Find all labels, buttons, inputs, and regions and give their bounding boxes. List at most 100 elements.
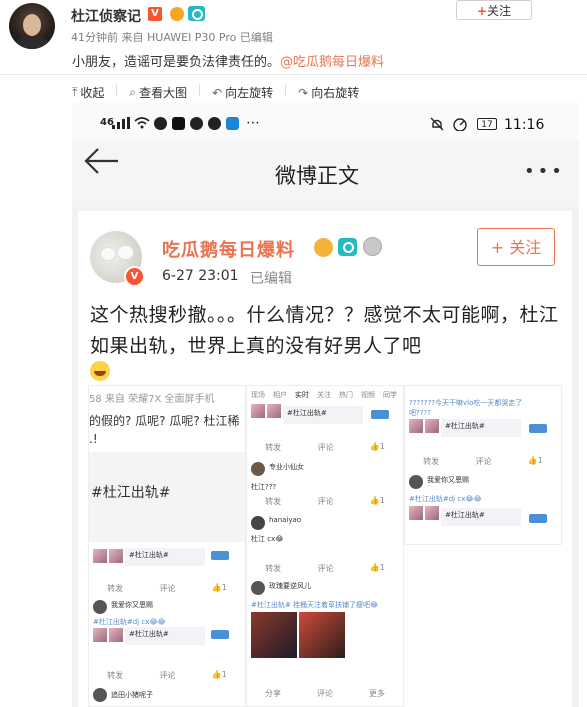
verified-badge-icon: V: [148, 7, 162, 21]
thumbnail: [251, 404, 265, 418]
feed-tab: 现场: [251, 391, 265, 399]
browser-icon: [226, 117, 239, 130]
action-row: 转发 评论 👍1: [405, 456, 561, 467]
page-title: 微博正文: [275, 164, 359, 188]
rotate-right-button[interactable]: ↷ 向右旋转: [298, 84, 359, 101]
comment-label: 评论: [159, 584, 176, 593]
laughing-emoji-icon: [90, 361, 110, 381]
collage-line: 的假的? 瓜呢? 瓜呢? 杜江稀: [89, 414, 240, 428]
user-avatar: [93, 600, 107, 614]
speed-icon: [453, 118, 467, 131]
embedded-author-name[interactable]: 吃瓜鹅每日爆料: [162, 236, 295, 262]
author-avatar[interactable]: [9, 3, 55, 49]
embedded-follow-button[interactable]: + 关注: [477, 228, 555, 266]
signal-icon: [112, 117, 130, 129]
collapse-icon: ⤒: [72, 85, 78, 99]
thumbnail: [93, 549, 107, 563]
share-label: 分享: [265, 689, 281, 698]
collapse-label: 收起: [80, 86, 105, 100]
chat-icon: [190, 117, 203, 130]
thumbnail: [409, 419, 423, 433]
follow-mini-button: [529, 514, 547, 523]
more-options-icon[interactable]: •••: [524, 161, 565, 182]
collapse-button[interactable]: ⤒ 收起: [72, 84, 104, 101]
follow-mini-button: [211, 551, 229, 560]
camera-badge-icon: [338, 238, 357, 256]
feed-tab: 热门: [339, 391, 353, 399]
forward-label: 转发: [423, 457, 440, 466]
post-photo: [251, 612, 297, 658]
mini-tag: #杜江出轨#: [445, 511, 485, 519]
mention-link[interactable]: @吃瓜鹅每日爆料: [280, 55, 384, 70]
feed-tab: 同学: [383, 391, 397, 399]
action-row: 转发 评论 👍1: [247, 496, 403, 507]
mini-tag: #杜江出轨#: [287, 409, 327, 417]
level-badge-icon: [170, 7, 184, 21]
thumbnail: [109, 549, 123, 563]
action-row: 转发 评论 👍1: [247, 442, 403, 453]
image-toolbar: ⤒ 收起 ⌕ 查看大图 ↶ 向左旋转 ↷ 向右旋转: [72, 84, 371, 101]
action-row: 转发 评论 👍1: [89, 670, 245, 681]
zoom-icon: ⌕: [129, 85, 137, 99]
toolbar-divider: [199, 84, 201, 96]
view-large-button[interactable]: ⌕ 查看大图: [129, 84, 187, 101]
thumbnail: [409, 506, 423, 520]
thumbnail: [109, 628, 123, 642]
follow-label: 关注: [487, 4, 512, 18]
thumbnail: [93, 628, 107, 642]
rotate-left-label: 向左旋转: [225, 86, 274, 100]
forward-label: 转发: [107, 584, 124, 593]
action-row: 转发 评论 👍1: [89, 583, 245, 594]
embedded-verified-badge-icon: V: [124, 266, 145, 287]
post-image[interactable]: 46 ⋯ 17 11:16 微博正文 ••• V 吃瓜鹅每日爆料 6-27 23…: [72, 103, 579, 707]
plus-icon: +: [476, 4, 488, 18]
toolbar-divider: [116, 84, 118, 96]
hashtag-text: #杜江出轨#: [91, 485, 171, 501]
post-meta: 41分钟前 来自 HUAWEI P30 Pro 已编辑: [71, 31, 273, 44]
username: 我爱你又恩赐: [427, 476, 469, 484]
follow-mini-button: [211, 630, 229, 639]
user-post-text: 杜江 cx😂: [251, 535, 284, 543]
rotate-left-button[interactable]: ↶ 向左旋转: [212, 84, 273, 101]
comment-label: 评论: [317, 564, 334, 573]
user-post-text: #杜江出轨#dj cx😂😂: [93, 618, 166, 626]
follow-button[interactable]: +关注: [456, 0, 532, 20]
embedded-post-date: 6-27 23:01: [162, 268, 239, 284]
thumbnail: [267, 404, 281, 418]
back-arrow-icon[interactable]: [84, 147, 120, 175]
rotate-right-label: 向右旋转: [311, 86, 360, 100]
mini-tag: #杜江出轨#: [445, 422, 485, 430]
forward-label: 转发: [107, 671, 124, 680]
more-label: 更多: [369, 689, 385, 698]
rotate-right-icon: ↷: [298, 85, 309, 100]
author-name[interactable]: 杜江侦察记: [71, 6, 141, 26]
user-avatar: [251, 516, 265, 530]
collage-screenshot-1[interactable]: 58 来自 荣耀7X 全面屏手机 的假的? 瓜呢? 瓜呢? 杜江稀 .! #杜江…: [88, 385, 246, 707]
action-row: 转发 评论 👍1: [247, 563, 403, 574]
comment-label: 评论: [317, 689, 333, 698]
embedded-edited-label: 已编辑: [250, 271, 292, 287]
collage-line: ???????今天干嘛vlo吃一天都哭走了: [409, 399, 523, 407]
medal-badge-icon: [363, 237, 382, 256]
post-text-body: 小朋友，造谣可是要负法律责任的。: [72, 55, 281, 70]
follow-mini-button: [529, 424, 547, 433]
post-photo: [299, 612, 345, 658]
user-post-text: #杜江出轨# 桂桶天注着草扶铺了瘦吧😂: [251, 601, 379, 609]
comment-label: 评论: [159, 671, 176, 680]
collage-screenshot-2[interactable]: 现场 相户 实时 关注 热门 视频 同学 #杜江出轨# 转发 评论 👍1 专业小仙女…: [246, 385, 404, 707]
battery-icon: 17: [477, 118, 497, 130]
collage-screenshot-3[interactable]: ???????今天干嘛vlo吃一天都哭走了 吧???? #杜江出轨# 转发 评论 👍…: [404, 385, 562, 545]
forward-label: 转发: [265, 564, 282, 573]
comment-label: 评论: [475, 457, 492, 466]
forward-label: 转发: [265, 497, 282, 506]
weibo-icon: [154, 117, 167, 130]
user-avatar: [251, 462, 265, 476]
feed-tab: 关注: [317, 391, 331, 399]
user-post-text: 杜江???: [251, 483, 277, 491]
user-avatar: [93, 688, 107, 702]
comment-label: 评论: [317, 497, 334, 506]
feed-tabs: 现场 相户 实时 关注 热门 视频 同学: [251, 390, 397, 400]
status-time: 11:16: [504, 117, 545, 133]
action-row: 分享 评论 更多: [247, 688, 403, 699]
mini-tag: #杜江出轨#: [129, 630, 169, 638]
